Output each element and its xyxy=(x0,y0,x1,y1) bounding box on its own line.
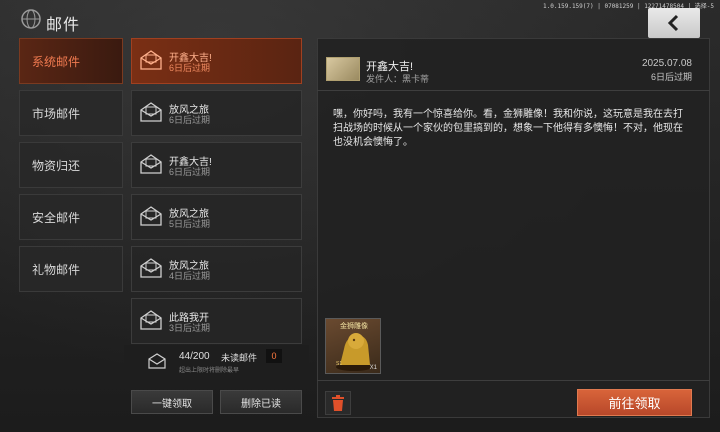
back-button[interactable] xyxy=(648,8,700,38)
mail-expiry: 3日后过期 xyxy=(169,323,211,333)
attachment-level: S1 xyxy=(336,361,343,367)
mail-count: 44/200 xyxy=(179,351,210,362)
mail-expiry: 6日后过期 xyxy=(169,167,211,177)
mail-list-item[interactable]: 放风之旅 5日后过期 xyxy=(131,194,302,240)
detail-date: 2025.07.08 xyxy=(641,58,692,69)
detail-expiry: 6日后过期 xyxy=(650,72,692,82)
delete-mail-button[interactable] xyxy=(325,391,351,415)
mail-list-item[interactable]: 开鑫大吉! 6日后过期 xyxy=(131,142,302,188)
claim-all-button[interactable]: 一键领取 xyxy=(131,390,213,414)
divider xyxy=(317,380,710,381)
attachment-quantity: X1 xyxy=(369,365,377,371)
mail-expiry: 6日后过期 xyxy=(169,63,211,73)
top-bar: 邮件 1.0.159.159(7) | 07081259 | 122714785… xyxy=(0,0,720,36)
go-claim-label: 前往领取 xyxy=(608,396,661,411)
nav-item-label: 礼物邮件 xyxy=(32,262,81,277)
globe-logo-icon xyxy=(21,9,41,29)
open-envelope-icon xyxy=(140,258,162,278)
chevron-left-icon xyxy=(667,14,679,32)
page-title: 邮件 xyxy=(46,17,81,34)
mail-expiry: 5日后过期 xyxy=(169,219,211,229)
nav-item-return[interactable]: 物资归还 xyxy=(19,142,123,188)
open-envelope-icon xyxy=(140,102,162,122)
mailbox-hint: 超出上限时将删除最早 xyxy=(179,368,240,374)
delete-read-label: 删除已读 xyxy=(241,398,281,410)
nav-item-label: 安全邮件 xyxy=(32,210,81,225)
nav-item-label: 系统邮件 xyxy=(32,54,81,69)
attachment-item[interactable]: 金狮雕像 S1 X1 xyxy=(325,318,381,374)
envelope-icon xyxy=(148,353,166,369)
nav-security-mail[interactable]: 安全邮件 xyxy=(19,194,123,240)
claim-all-label: 一键领取 xyxy=(152,398,192,410)
open-envelope-icon xyxy=(140,154,162,174)
open-envelope-icon xyxy=(140,206,162,226)
mail-list-item[interactable]: 此路我开 3日后过期 xyxy=(131,298,302,344)
mail-expiry: 4日后过期 xyxy=(169,271,211,281)
mail-list-item[interactable]: 开鑫大吉! 6日后过期 xyxy=(131,38,302,84)
mail-body-text: 嘿，你好吗，我有一个惊喜给你。看，金狮雕像！我和你说，这玩意是我在去打扫战场的时… xyxy=(333,109,683,148)
mail-thumbnail xyxy=(326,57,360,81)
mail-list-item[interactable]: 放风之旅 6日后过期 xyxy=(131,90,302,136)
nav-market-mail[interactable]: 市场邮件 xyxy=(19,90,123,136)
mail-list-item[interactable]: 放风之旅 4日后过期 xyxy=(131,246,302,292)
mail-expiry: 6日后过期 xyxy=(169,115,211,125)
nav-gift-mail[interactable]: 礼物邮件 xyxy=(19,246,123,292)
go-claim-button[interactable]: 前往领取 xyxy=(577,389,692,416)
nav-item-label: 物资归还 xyxy=(32,158,81,173)
unread-label: 未读邮件 xyxy=(221,353,258,363)
trash-icon xyxy=(332,395,344,411)
nav-item-label: 市场邮件 xyxy=(32,106,81,121)
detail-sender: 发件人：黑卡蒂 xyxy=(366,74,430,84)
delete-read-button[interactable]: 删除已读 xyxy=(220,390,302,414)
open-envelope-icon xyxy=(140,50,162,70)
open-envelope-icon xyxy=(140,310,162,330)
unread-count-badge: 0 xyxy=(266,349,282,363)
nav-system-mail[interactable]: 系统邮件 xyxy=(19,38,123,84)
mailbox-counter: 44/200 未读邮件 0 超出上限时将删除最早 xyxy=(124,345,309,379)
divider xyxy=(317,90,710,91)
